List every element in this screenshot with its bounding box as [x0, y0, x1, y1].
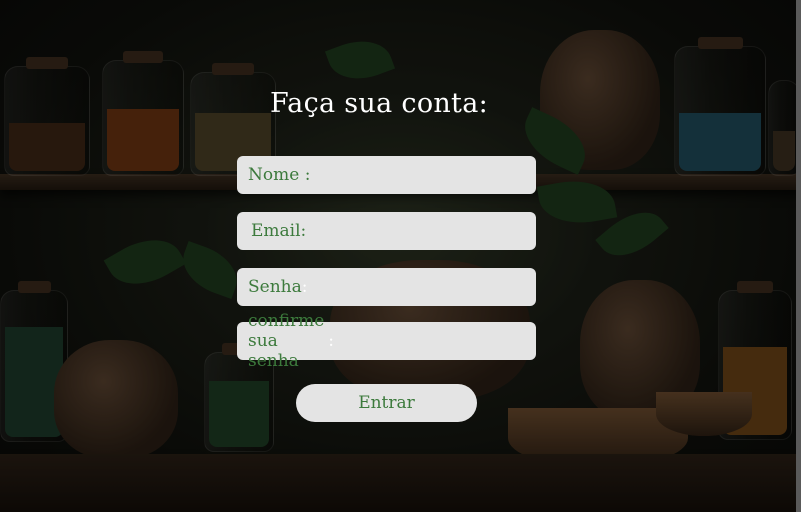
confirm-password-field[interactable]: confirme sua senha: — [237, 311, 536, 371]
password-label: Senha — [248, 277, 302, 297]
name-field[interactable]: Nome : — [237, 156, 536, 194]
page-background: Faça sua conta: Nome : Email: Senha: con… — [0, 0, 801, 512]
submit-button[interactable]: Entrar — [296, 384, 477, 422]
email-field[interactable]: Email: — [237, 212, 536, 250]
signup-form: Faça sua conta: Nome : Email: Senha: con… — [0, 0, 801, 512]
confirm-password-label: confirme sua senha — [248, 311, 325, 371]
name-input[interactable] — [310, 156, 536, 194]
confirm-password-input[interactable] — [334, 322, 536, 360]
name-label: Nome : — [248, 165, 311, 185]
password-field[interactable]: Senha: — [237, 268, 536, 306]
password-input[interactable] — [307, 268, 536, 306]
email-input[interactable] — [306, 212, 536, 250]
email-label: Email: — [251, 221, 307, 241]
form-title: Faça sua conta: — [269, 88, 489, 119]
